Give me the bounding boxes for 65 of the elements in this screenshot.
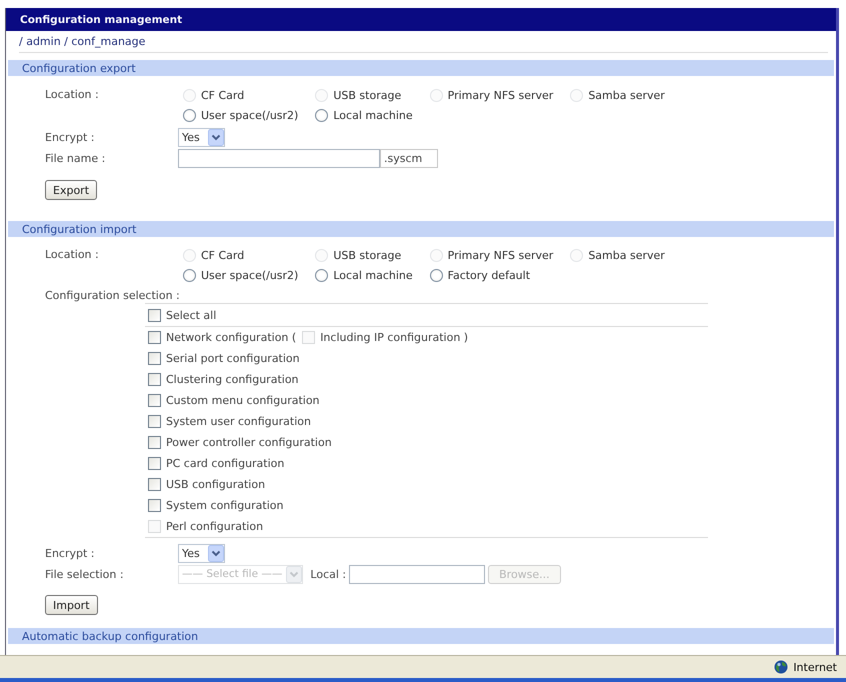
dropdown[interactable]: Yes bbox=[178, 544, 225, 562]
chevron-down-icon bbox=[208, 129, 224, 146]
field-label: Local : bbox=[310, 568, 346, 580]
radio-label: Factory default bbox=[448, 268, 530, 282]
checkbox[interactable] bbox=[148, 309, 161, 322]
radio-label: User space(/usr2) bbox=[201, 268, 298, 282]
checkbox[interactable] bbox=[148, 436, 161, 449]
checkbox-label: Including IP configuration ) bbox=[320, 331, 468, 344]
checkbox[interactable] bbox=[148, 457, 161, 470]
radio-label: CF Card bbox=[201, 88, 244, 102]
radio-label: Local machine bbox=[333, 108, 413, 122]
status-text: Internet bbox=[793, 660, 837, 674]
field-label: Configuration selection : bbox=[45, 289, 180, 303]
checkbox-label: Custom menu configuration bbox=[166, 394, 320, 407]
dropdown[interactable]: Yes bbox=[178, 128, 225, 147]
radio-label: Local machine bbox=[333, 268, 413, 282]
checkbox[interactable] bbox=[148, 394, 161, 407]
chevron-down-icon bbox=[208, 544, 224, 562]
section-title: Configuration import bbox=[22, 222, 136, 236]
field-label: Encrypt : bbox=[45, 131, 96, 144]
checkbox[interactable] bbox=[148, 415, 161, 428]
radio-label: Samba server bbox=[588, 248, 665, 262]
radio-label: USB storage bbox=[333, 88, 402, 102]
checkbox[interactable] bbox=[148, 331, 161, 344]
checkbox[interactable] bbox=[148, 478, 161, 491]
import-button[interactable]: Import bbox=[45, 595, 98, 615]
radio-button[interactable] bbox=[315, 108, 328, 122]
radio-button[interactable] bbox=[315, 268, 328, 282]
checkbox-label: System user configuration bbox=[166, 415, 311, 428]
window-title: Configuration management bbox=[20, 14, 182, 26]
radio-label: Primary NFS server bbox=[448, 88, 554, 102]
checkbox-label: Perl configuration bbox=[166, 520, 264, 533]
radio-label: Samba server bbox=[588, 88, 665, 102]
file-name-input[interactable] bbox=[178, 149, 380, 168]
checkbox-label: Select all bbox=[166, 309, 216, 322]
field-label: Location : bbox=[45, 247, 100, 263]
globe-icon bbox=[774, 660, 788, 674]
checkbox[interactable] bbox=[148, 499, 161, 512]
radio-button[interactable] bbox=[183, 108, 196, 122]
field-label: File selection : bbox=[45, 568, 125, 580]
field-label: Location : bbox=[45, 87, 100, 103]
radio-label: Primary NFS server bbox=[448, 248, 554, 262]
local-file-input[interactable] bbox=[349, 564, 486, 584]
checkbox[interactable] bbox=[148, 373, 161, 386]
checkbox-label: Clustering configuration bbox=[166, 373, 299, 386]
export-button[interactable]: Export bbox=[45, 180, 98, 200]
section-title: Automatic backup configuration bbox=[22, 630, 198, 642]
chevron-down-icon bbox=[286, 566, 302, 582]
checkbox-label: Serial port configuration bbox=[166, 352, 300, 365]
radio-button[interactable] bbox=[430, 268, 443, 282]
radio-label: CF Card bbox=[201, 248, 244, 262]
file-extension: .syscm bbox=[380, 149, 438, 168]
checkbox[interactable] bbox=[148, 352, 161, 365]
checkbox-label: USB configuration bbox=[166, 478, 266, 491]
field-label: File name : bbox=[45, 152, 106, 165]
radio-button[interactable] bbox=[183, 268, 196, 282]
checkbox-label: Power controller configuration bbox=[166, 436, 332, 449]
radio-label: USB storage bbox=[333, 248, 402, 262]
section-title: Configuration export bbox=[22, 62, 136, 74]
checkbox-label: Network configuration ( bbox=[166, 331, 296, 344]
checkbox-label: PC card configuration bbox=[166, 457, 284, 470]
checkbox-label: System configuration bbox=[166, 499, 284, 512]
field-label: Encrypt : bbox=[45, 546, 96, 560]
breadcrumb: / admin / conf_manage bbox=[19, 35, 146, 48]
radio-label: User space(/usr2) bbox=[201, 108, 298, 122]
